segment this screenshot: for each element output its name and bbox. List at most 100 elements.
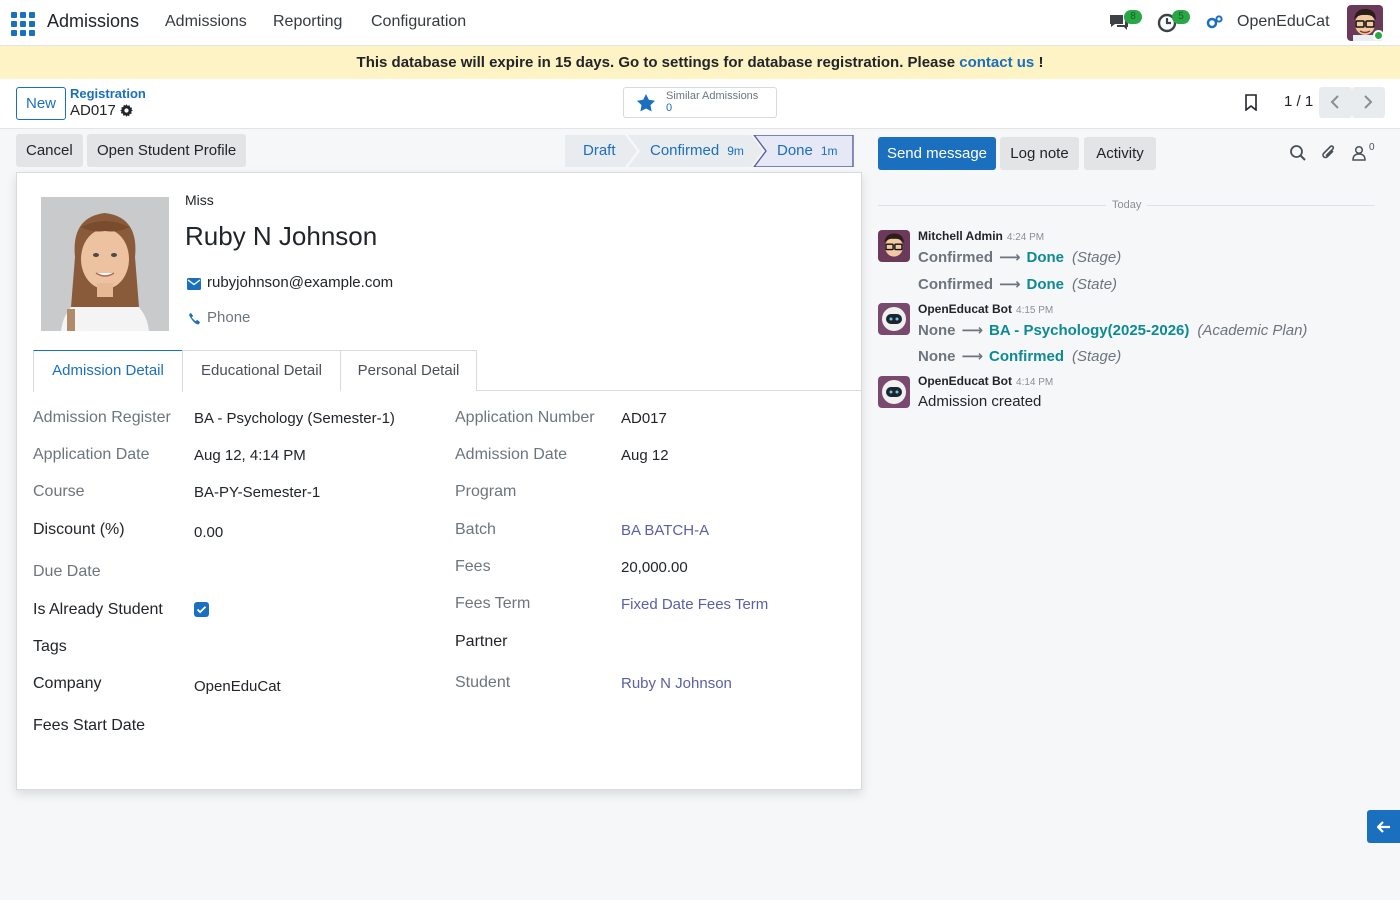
online-status-dot <box>1373 30 1384 41</box>
is-already-student-checkbox[interactable] <box>194 602 209 617</box>
menu-admissions[interactable]: Admissions <box>165 13 247 31</box>
due-date-label: Due Date <box>33 563 101 580</box>
switch-company-icon[interactable] <box>1205 12 1225 32</box>
tags-field[interactable] <box>194 639 414 659</box>
breadcrumb-parent[interactable]: Registration <box>70 86 146 101</box>
course-field[interactable]: BA-PY-Semester-1 <box>194 484 320 501</box>
batch-field[interactable]: BA BATCH-A <box>621 522 709 539</box>
followers-icon[interactable] <box>1351 144 1369 162</box>
tracking-new-value: Done <box>1026 276 1065 293</box>
fees-start-date-field[interactable] <box>194 718 414 738</box>
breadcrumb-current: AD017 <box>70 102 116 119</box>
tracking-field-name: (State) <box>1072 276 1118 293</box>
student-photo[interactable] <box>41 197 169 331</box>
message-author-name[interactable]: OpenEducat Bot <box>918 374 1012 388</box>
activity-button[interactable]: Activity <box>1084 137 1156 170</box>
message-avatar-admin[interactable] <box>878 230 910 262</box>
student-field[interactable]: Ruby N Johnson <box>621 675 732 692</box>
tab-admission-detail[interactable]: Admission Detail <box>33 350 183 392</box>
arrow-right-icon: ⟶ <box>961 348 984 365</box>
similar-admissions-button[interactable]: Similar Admissions 0 <box>623 87 777 118</box>
new-button[interactable]: New <box>16 87 66 120</box>
fees-term-label: Fees Term <box>455 595 531 612</box>
stage-confirmed-label: Confirmed <box>650 142 720 159</box>
app-title[interactable]: Admissions <box>47 11 139 32</box>
message-avatar-bot[interactable] <box>878 376 910 408</box>
arrow-right-icon: ⟶ <box>999 276 1021 293</box>
pager-value[interactable]: 1 / 1 <box>1284 93 1313 110</box>
partner-label: Partner <box>455 633 508 650</box>
application-date-field[interactable]: Aug 12, 4:14 PM <box>194 447 306 464</box>
search-icon[interactable] <box>1289 144 1307 162</box>
fees-term-field[interactable]: Fixed Date Fees Term <box>621 596 768 613</box>
message-body: Admission created <box>918 393 1042 410</box>
phone-field[interactable]: Phone <box>207 309 250 326</box>
application-number-field[interactable]: AD017 <box>621 410 667 427</box>
message-avatar-bot[interactable] <box>878 303 910 335</box>
phone-icon <box>188 312 201 325</box>
company-field[interactable]: OpenEduCat <box>194 678 281 695</box>
send-message-button[interactable]: Send message <box>878 137 996 170</box>
message-author-name[interactable]: OpenEducat Bot <box>918 302 1012 316</box>
due-date-field[interactable] <box>194 564 414 584</box>
discount-field[interactable]: 0.00 <box>194 524 223 541</box>
toggle-chatter-button[interactable] <box>1367 810 1400 843</box>
followers-count: 0 <box>1369 142 1375 153</box>
message-time: 4:24 PM <box>1006 232 1045 243</box>
envelope-icon <box>187 278 201 290</box>
discount-label: Discount (%) <box>33 521 125 538</box>
gear-icon[interactable] <box>120 104 133 117</box>
stage-draft[interactable]: Draft <box>583 135 616 167</box>
tracking-line: None ⟶ BA - Psychology(2025-2026) (Academic… <box>918 321 1307 339</box>
tab-personal-detail[interactable]: Personal Detail <box>340 350 477 391</box>
menu-configuration[interactable]: Configuration <box>371 13 466 31</box>
company-switcher[interactable]: OpenEduCat <box>1237 13 1330 31</box>
fees-label: Fees <box>455 558 491 575</box>
program-field[interactable] <box>621 484 841 504</box>
admission-register-field[interactable]: BA - Psychology (Semester-1) <box>194 410 395 427</box>
chevron-right-icon <box>1364 95 1373 109</box>
pager-previous-button[interactable] <box>1319 87 1352 118</box>
student-label: Student <box>455 674 511 691</box>
student-name[interactable]: Ruby N Johnson <box>185 221 377 252</box>
admission-register-label: Admission Register <box>33 409 171 426</box>
arrow-left-icon <box>1377 821 1390 833</box>
open-student-profile-button[interactable]: Open Student Profile <box>87 134 247 167</box>
apps-menu-icon[interactable] <box>11 12 35 36</box>
tracking-field-name: (Stage) <box>1072 348 1122 365</box>
fees-start-date-label: Fees Start Date <box>33 717 146 734</box>
similar-admissions-label: Similar Admissions <box>666 90 759 102</box>
stage-confirmed[interactable]: Confirmed 9m <box>650 135 744 167</box>
message-author-name[interactable]: Mitchell Admin <box>918 229 1003 243</box>
banner-suffix: ! <box>1038 54 1044 71</box>
tab-educational-detail[interactable]: Educational Detail <box>182 350 341 391</box>
messages-badge: 8 <box>1124 10 1142 24</box>
pager-next-button[interactable] <box>1352 87 1385 118</box>
menu-reporting[interactable]: Reporting <box>273 13 342 31</box>
tracking-old-value: None <box>918 322 956 339</box>
contact-us-link[interactable]: contact us <box>959 54 1034 71</box>
stage-done-label: Done <box>777 142 813 159</box>
bookmark-icon[interactable] <box>1244 94 1258 111</box>
is-already-student-label: Is Already Student <box>33 601 163 618</box>
paperclip-icon[interactable] <box>1320 144 1338 162</box>
email-field[interactable]: rubyjohnson@example.com <box>207 274 393 291</box>
arrow-right-icon: ⟶ <box>999 249 1021 266</box>
tracking-line: None ⟶ Confirmed (Stage) <box>918 347 1121 365</box>
tracking-field-name: (Academic Plan) <box>1197 322 1308 339</box>
cancel-button[interactable]: Cancel <box>16 134 83 167</box>
stage-done[interactable]: Done 1m <box>777 135 838 167</box>
tracking-new-value: Done <box>1026 249 1065 266</box>
tracking-old-value: Confirmed <box>918 276 993 293</box>
stage-done-duration: 1m <box>820 144 838 158</box>
admission-date-field[interactable]: Aug 12 <box>621 447 669 464</box>
partner-field[interactable] <box>621 634 841 654</box>
similar-admissions-count: 0 <box>666 102 673 114</box>
top-navbar: Admissions Admissions Reporting Configur… <box>0 0 1400 46</box>
fees-field[interactable]: 20,000.00 <box>621 559 688 576</box>
stage-confirmed-duration: 9m <box>727 144 744 158</box>
log-note-button[interactable]: Log note <box>1000 137 1079 170</box>
message-author: OpenEducat Bot 4:15 PM <box>918 302 1053 316</box>
company-label: Company <box>33 675 102 692</box>
title-prefix[interactable]: Miss <box>185 192 214 208</box>
